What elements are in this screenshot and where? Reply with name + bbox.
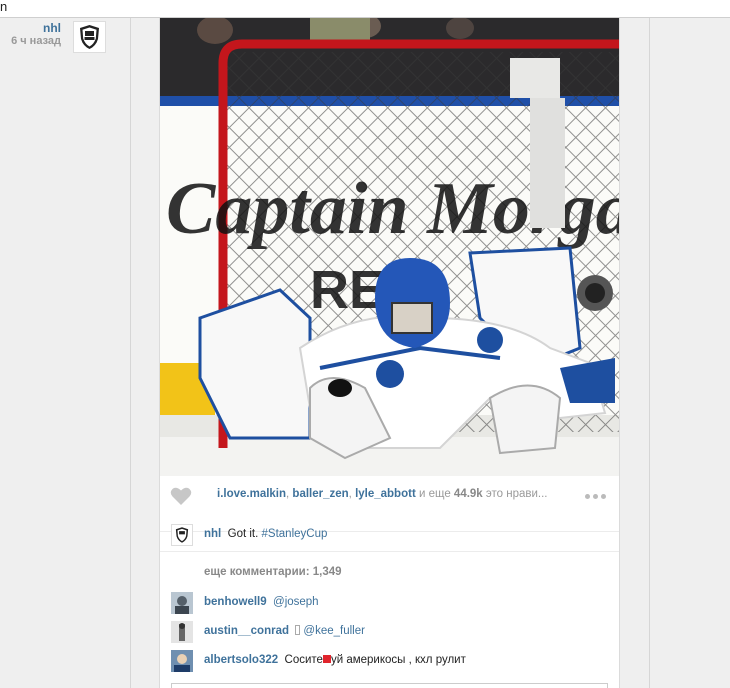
comment-username[interactable]: albertsolo322 xyxy=(204,654,278,666)
topbar-text-fragment: n xyxy=(0,0,8,14)
browser-topbar: n xyxy=(0,0,730,18)
post-timestamp[interactable]: 6 ч назад xyxy=(11,35,61,47)
add-comment-input[interactable] xyxy=(171,683,608,688)
liker-username[interactable]: lyle_abbott xyxy=(355,488,416,500)
caption-username[interactable]: nhl xyxy=(204,528,221,540)
post-author-column: nhl 6 ч назад xyxy=(0,18,130,688)
comment-row: albertsolo322 Сосите уй америкосы , кхл р… xyxy=(160,650,619,674)
likes-tail-text: это нрави... xyxy=(482,488,548,500)
liker-username[interactable]: i.love.malkin xyxy=(217,488,286,500)
post-photo-hockey-goalie[interactable]: Captain Morgan RED xyxy=(160,18,619,476)
comment-body-start: Сосите xyxy=(284,654,323,666)
column-divider-left xyxy=(130,18,131,688)
nhl-logo-icon[interactable] xyxy=(171,524,193,546)
nhl-logo-icon[interactable] xyxy=(73,21,106,53)
post-card: Captain Morgan RED xyxy=(159,18,620,688)
more-options-button[interactable] xyxy=(578,481,612,511)
user-avatar[interactable] xyxy=(171,650,193,672)
comment-body-end: уй америкосы , кхл рулит xyxy=(330,654,466,666)
heart-like-icon[interactable] xyxy=(170,486,192,506)
comment-text: benhowell9 @joseph xyxy=(204,596,319,608)
user-avatar[interactable] xyxy=(171,592,193,614)
likes-summary: i.love.malkin, baller_zen, lyle_abbott и… xyxy=(217,488,577,500)
user-avatar[interactable] xyxy=(171,621,193,643)
liker-username[interactable]: baller_zen xyxy=(292,488,348,500)
comment-mention[interactable]: @joseph xyxy=(273,596,319,608)
author-username[interactable]: nhl xyxy=(43,21,61,35)
missing-glyph-icon xyxy=(295,625,301,635)
comment-text: albertsolo322 Сосите уй америкосы , кхл р… xyxy=(204,654,466,666)
comment-username[interactable]: austin__conrad xyxy=(204,625,289,637)
likes-count[interactable]: 44.9k xyxy=(454,488,483,500)
censor-mark-icon xyxy=(322,655,331,663)
comment-username[interactable]: benhowell9 xyxy=(204,596,267,608)
comment-text: austin__conrad @kee_fuller xyxy=(204,625,365,637)
column-divider-right xyxy=(649,18,650,688)
comment-mention[interactable]: @kee_fuller xyxy=(303,625,365,637)
dot-icon xyxy=(600,493,606,499)
comment-row: benhowell9 @joseph xyxy=(160,592,619,616)
caption-body: Got it. xyxy=(227,528,262,540)
comment-row: austin__conrad @kee_fuller xyxy=(160,621,619,645)
caption-hashtag[interactable]: #StanleyCup xyxy=(262,528,328,540)
load-more-comments-link[interactable]: еще комментарии: 1,349 xyxy=(204,566,342,578)
likes-mid-text: и еще xyxy=(415,488,454,500)
caption-row: nhl Got it. #StanleyCup xyxy=(160,518,619,552)
caption-text: nhl Got it. #StanleyCup xyxy=(204,528,327,540)
dot-icon xyxy=(592,493,598,499)
dot-icon xyxy=(584,493,590,499)
